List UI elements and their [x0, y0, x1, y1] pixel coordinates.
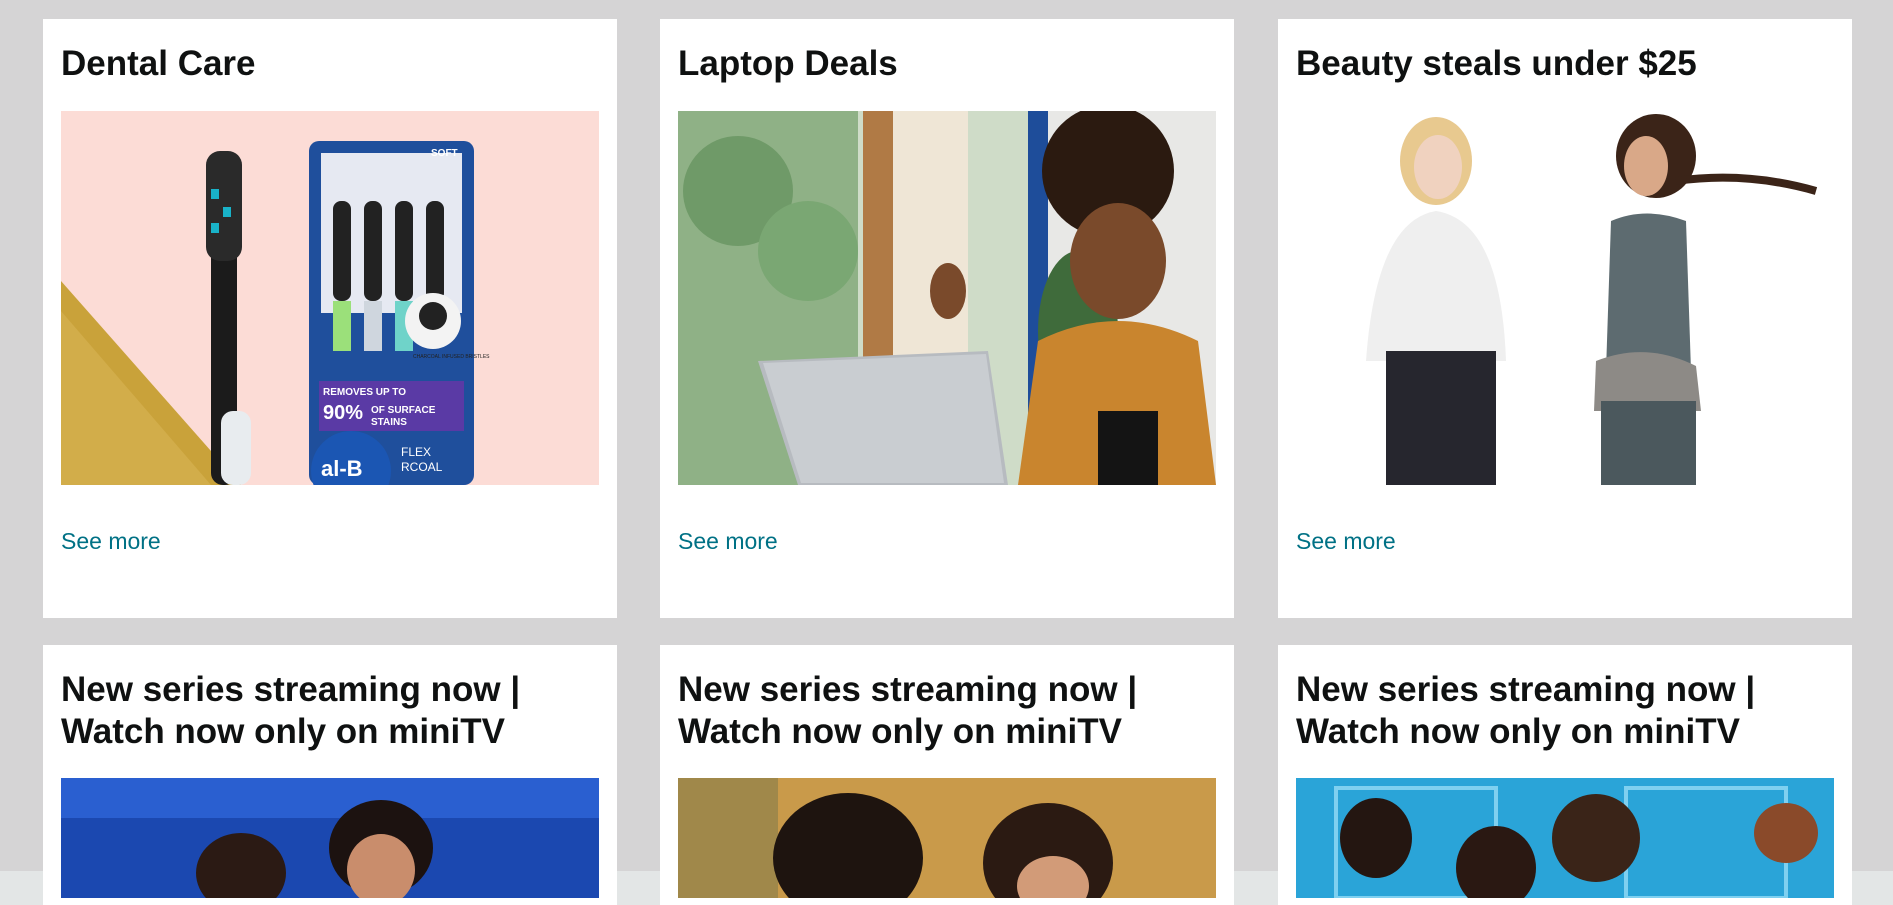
card-minitv-series: New series streaming now | Watch now onl…	[1278, 645, 1852, 905]
package-stains-text: STAINS	[371, 417, 407, 428]
card-title: Dental Care	[61, 44, 256, 83]
package-brand-text: al-B	[321, 456, 363, 481]
card-minitv-series: New series streaming now | Watch now onl…	[660, 645, 1234, 905]
see-more-link[interactable]: See more	[1296, 528, 1396, 555]
series-poster-image[interactable]	[678, 778, 1216, 898]
see-more-link[interactable]: See more	[61, 528, 161, 555]
package-claim-text: REMOVES UP TO	[323, 387, 406, 398]
card-laptop-deals: Laptop Deals See more	[660, 19, 1234, 618]
series-poster-image[interactable]	[1296, 778, 1834, 898]
series-poster-image[interactable]	[61, 778, 599, 898]
card-beauty-steals: Beauty steals under $25 See more	[1278, 19, 1852, 618]
package-soft-text: SOFT	[431, 148, 458, 159]
card-title: New series streaming now | Watch now onl…	[1296, 670, 1756, 751]
package-coal-text: RCOAL	[401, 460, 443, 474]
two-women-fashion-image[interactable]	[1296, 111, 1834, 485]
package-flex-text: FLEX	[401, 445, 431, 459]
card-title: New series streaming now | Watch now onl…	[61, 670, 521, 751]
toothbrush-product-image[interactable]: SOFT REMOVES UP TO 90% OF SURFACE STAINS…	[61, 111, 599, 485]
package-percent-text: 90%	[323, 402, 363, 424]
card-minitv-series: New series streaming now | Watch now onl…	[43, 645, 617, 905]
package-charcoal-text: CHARCOAL INFUSED BRISTLES	[413, 354, 490, 360]
see-more-link[interactable]: See more	[678, 528, 778, 555]
card-dental-care: Dental Care SOFT REMOVES UP TO 90% OF SU…	[43, 19, 617, 618]
package-surface-text: OF SURFACE	[371, 405, 436, 416]
woman-with-laptop-image[interactable]	[678, 111, 1216, 485]
card-title: Laptop Deals	[678, 44, 898, 83]
card-title: New series streaming now | Watch now onl…	[678, 670, 1138, 751]
card-title: Beauty steals under $25	[1296, 44, 1697, 83]
card-grid: Dental Care SOFT REMOVES UP TO 90% OF SU…	[0, 0, 1893, 905]
